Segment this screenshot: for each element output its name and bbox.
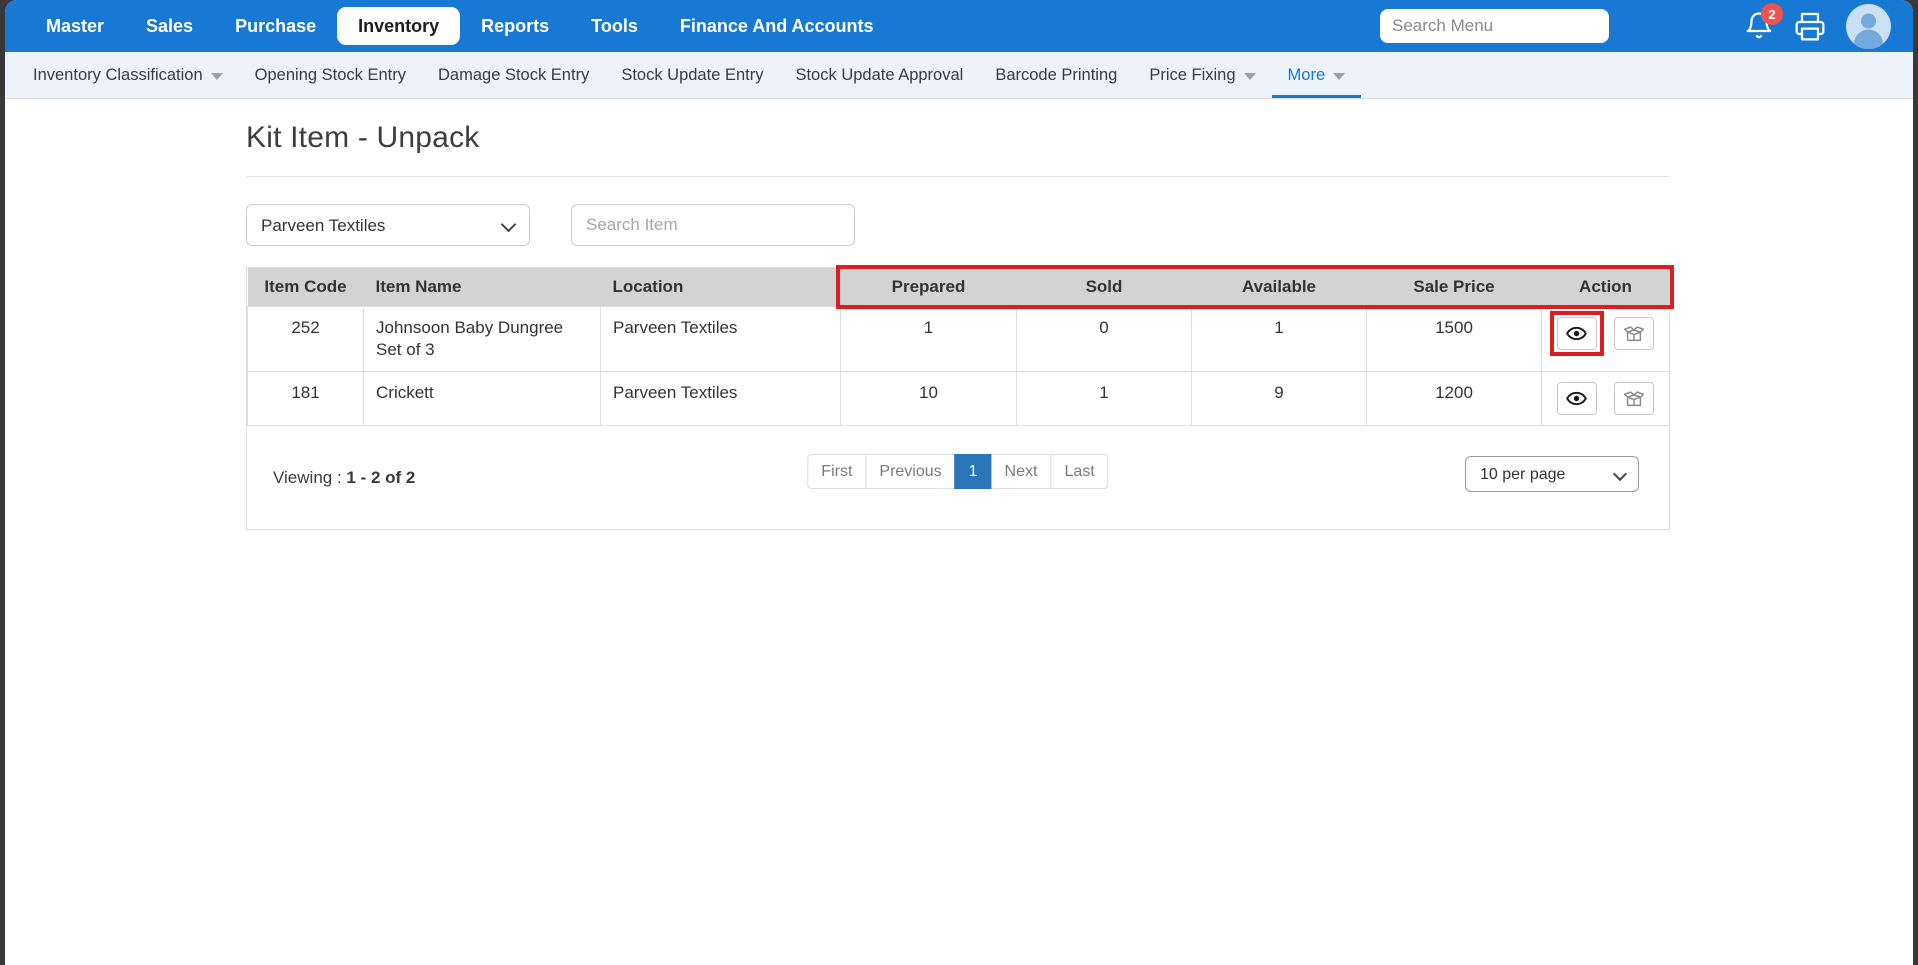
app-window: Master Sales Purchase Inventory Reports …: [5, 0, 1913, 965]
unpack-kit-button[interactable]: [1614, 382, 1655, 416]
cell-sale-price: 1200: [1366, 371, 1542, 427]
subnav-label: Opening Stock Entry: [254, 65, 406, 84]
top-navigation-bar: Master Sales Purchase Inventory Reports …: [5, 0, 1913, 52]
chevron-down-icon: [1333, 72, 1346, 80]
print-button[interactable]: [1794, 10, 1826, 42]
cell-action: [1541, 371, 1670, 427]
subnav-label: Damage Stock Entry: [438, 65, 590, 84]
topnav-item-finance-and-accounts[interactable]: Finance And Accounts: [659, 7, 895, 45]
cell-sold: 0: [1016, 305, 1192, 373]
title-divider: [246, 176, 1670, 177]
pagination-last-button[interactable]: Last: [1050, 454, 1109, 490]
column-header-action: Action: [1541, 268, 1670, 307]
topnav-item-master[interactable]: Master: [25, 7, 125, 45]
pagination-page-1-button[interactable]: 1: [954, 454, 992, 490]
subnav-item-barcode-printing[interactable]: Barcode Printing: [979, 52, 1133, 98]
subnav-item-inventory-classification[interactable]: Inventory Classification: [17, 52, 239, 98]
topnav-item-inventory[interactable]: Inventory: [337, 7, 461, 45]
kit-item-table: Item Code Item Name Location Prepared So…: [247, 268, 1670, 427]
table-footer: Viewing : 1 - 2 of 2 First Previous 1 Ne…: [247, 426, 1669, 529]
notification-bell-button[interactable]: 2: [1744, 3, 1783, 42]
cell-available: 9: [1191, 371, 1367, 427]
chevron-down-icon: [1243, 72, 1256, 80]
column-header-item-name: Item Name: [363, 268, 601, 307]
chevron-down-icon: [210, 72, 223, 80]
column-header-sale-price: Sale Price: [1366, 268, 1542, 307]
column-header-location: Location: [600, 268, 841, 307]
cell-item-name: Johnsoon Baby Dungree Set of 3: [363, 305, 601, 373]
filter-bar: Parveen Textiles: [246, 204, 1913, 246]
subnav-item-stock-update-approval[interactable]: Stock Update Approval: [779, 52, 979, 98]
table-row: 181 Crickett Parveen Textiles 10 1 9 120…: [247, 371, 1670, 427]
page-title: Kit Item - Unpack: [246, 121, 480, 154]
pagination: First Previous 1 Next Last: [807, 454, 1109, 490]
subnav-item-more[interactable]: More: [1272, 52, 1362, 98]
per-page-select[interactable]: 10 per page: [1465, 456, 1639, 493]
unpack-box-icon: [1624, 391, 1645, 406]
cell-location: Parveen Textiles: [600, 371, 841, 427]
cell-available: 1: [1191, 305, 1367, 373]
cell-prepared: 10: [840, 371, 1017, 427]
main-content: Kit Item - Unpack Parveen Textiles Item …: [5, 99, 1913, 531]
topnav-item-tools[interactable]: Tools: [570, 7, 659, 45]
cell-location: Parveen Textiles: [600, 305, 841, 373]
inventory-sub-navigation: Inventory Classification Opening Stock E…: [5, 52, 1913, 99]
subnav-item-damage-stock-entry[interactable]: Damage Stock Entry: [422, 52, 605, 98]
viewing-value: 1 - 2 of 2: [346, 468, 416, 488]
subnav-label: Inventory Classification: [33, 65, 203, 84]
subnav-item-opening-stock-entry[interactable]: Opening Stock Entry: [239, 52, 422, 98]
column-header-available: Available: [1191, 268, 1367, 307]
view-kit-button[interactable]: [1556, 382, 1597, 416]
cell-sold: 1: [1016, 371, 1192, 427]
column-header-sold: Sold: [1016, 268, 1192, 307]
topnav-item-purchase[interactable]: Purchase: [214, 7, 337, 45]
user-avatar[interactable]: [1846, 3, 1891, 49]
subnav-label: Price Fixing: [1149, 65, 1236, 84]
viewing-label: Viewing :: [273, 468, 342, 488]
eye-icon: [1566, 326, 1588, 341]
printer-icon: [1794, 10, 1826, 42]
search-item-input[interactable]: [571, 204, 855, 246]
cell-item-code: 252: [247, 305, 364, 373]
subnav-label: Stock Update Entry: [621, 65, 764, 84]
search-menu-input[interactable]: [1380, 9, 1609, 43]
topnav-item-sales[interactable]: Sales: [125, 7, 214, 45]
pagination-first-button[interactable]: First: [807, 454, 867, 490]
per-page-select-wrap: 10 per page: [1465, 456, 1639, 493]
subnav-label: Barcode Printing: [995, 65, 1118, 84]
location-select[interactable]: Parveen Textiles: [246, 204, 530, 246]
cell-item-code: 181: [247, 371, 364, 427]
location-select-wrap: Parveen Textiles: [246, 204, 530, 246]
eye-icon: [1566, 392, 1588, 406]
pagination-next-button[interactable]: Next: [990, 454, 1052, 490]
notification-count-badge: 2: [1761, 3, 1783, 25]
column-header-item-code: Item Code: [247, 268, 364, 307]
table-header-row: Item Code Item Name Location Prepared So…: [247, 268, 1670, 307]
subnav-item-price-fixing[interactable]: Price Fixing: [1133, 52, 1271, 98]
column-header-prepared: Prepared: [840, 268, 1017, 307]
topnav-item-reports[interactable]: Reports: [460, 7, 570, 45]
unpack-box-icon: [1624, 325, 1645, 341]
subnav-label: More: [1287, 65, 1326, 84]
topnav-right-cluster: 2: [1380, 3, 1897, 49]
kit-item-table-panel: Item Code Item Name Location Prepared So…: [246, 265, 1674, 531]
subnav-label: Stock Update Approval: [795, 65, 964, 84]
cell-prepared: 1: [840, 305, 1017, 373]
cell-sale-price: 1500: [1366, 305, 1542, 373]
cell-action: [1541, 305, 1670, 373]
view-kit-button[interactable]: [1556, 317, 1597, 350]
pagination-previous-button[interactable]: Previous: [865, 454, 956, 490]
subnav-item-stock-update-entry[interactable]: Stock Update Entry: [605, 52, 779, 98]
cell-item-name: Crickett: [363, 371, 601, 427]
table-row: 252 Johnsoon Baby Dungree Set of 3 Parve…: [247, 305, 1670, 373]
unpack-kit-button[interactable]: [1614, 317, 1655, 350]
viewing-summary: Viewing : 1 - 2 of 2: [273, 468, 415, 488]
